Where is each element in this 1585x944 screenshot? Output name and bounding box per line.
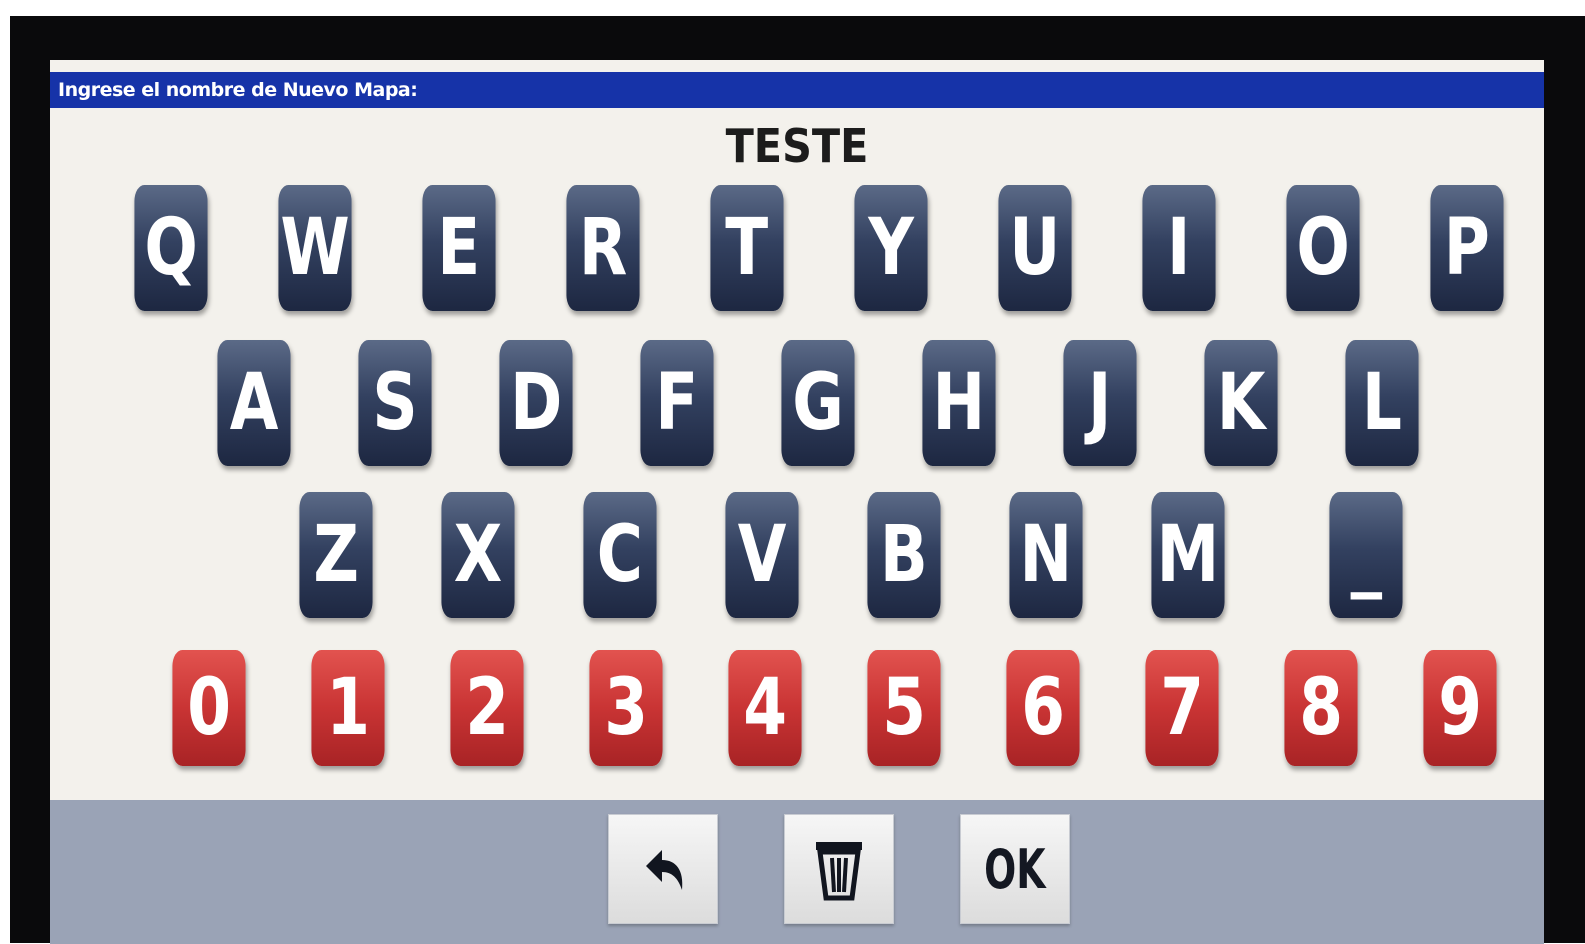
key-label: O [1296, 203, 1350, 293]
key-label: W [280, 203, 350, 293]
letter-key-o[interactable]: O [1286, 185, 1360, 311]
key-label: J [1088, 358, 1112, 448]
key-label: H [932, 358, 986, 448]
action-bar: OK [50, 800, 1544, 944]
dialog-screen: Ingrese el nombre de Nuevo Mapa: TESTE Q… [50, 60, 1544, 944]
letter-key-x[interactable]: X [441, 492, 515, 618]
letter-key-z[interactable]: Z [299, 492, 373, 618]
key-label: E [437, 203, 481, 293]
name-input-display[interactable]: TESTE [50, 118, 1544, 174]
letter-key-r[interactable]: R [566, 185, 640, 311]
key-label: 3 [604, 663, 648, 753]
key-label: Z [313, 510, 359, 600]
digit-key-4[interactable]: 4 [728, 650, 802, 766]
key-label: Q [144, 203, 198, 293]
key-label: L [1361, 358, 1403, 448]
key-label: A [229, 358, 279, 448]
key-label: K [1216, 358, 1266, 448]
key-label: X [453, 510, 503, 600]
key-label: Y [868, 203, 914, 293]
key-label: R [578, 203, 628, 293]
letter-key-c[interactable]: C [583, 492, 657, 618]
trash-icon [816, 842, 862, 901]
delete-button[interactable] [784, 814, 894, 924]
key-label: 7 [1160, 663, 1204, 753]
letter-key-g[interactable]: G [781, 340, 855, 466]
device-bezel: Ingrese el nombre de Nuevo Mapa: TESTE Q… [10, 16, 1585, 944]
undo-arrow-icon [646, 850, 683, 890]
letter-key-e[interactable]: E [422, 185, 496, 311]
key-label: U [1009, 203, 1061, 293]
key-label: P [1443, 203, 1491, 293]
letter-key-f[interactable]: F [640, 340, 714, 466]
key-label: B [880, 510, 928, 600]
letter-key-p[interactable]: P [1430, 185, 1504, 311]
digit-key-9[interactable]: 9 [1423, 650, 1497, 766]
key-label: N [1019, 510, 1073, 600]
letter-key-l[interactable]: L [1345, 340, 1419, 466]
keyboard-row-digits: 0 1 2 3 4 5 6 7 8 9 [50, 650, 1544, 780]
key-label: D [509, 358, 563, 448]
key-label: 4 [743, 663, 787, 753]
key-label: 0 [187, 663, 231, 753]
digit-key-6[interactable]: 6 [1006, 650, 1080, 766]
letter-key-j[interactable]: J [1063, 340, 1137, 466]
key-label: 6 [1021, 663, 1065, 753]
key-label: I [1167, 203, 1191, 293]
letter-key-h[interactable]: H [922, 340, 996, 466]
key-label: 5 [882, 663, 926, 753]
key-label: 1 [326, 663, 370, 753]
back-button[interactable] [608, 814, 718, 924]
letter-key-k[interactable]: K [1204, 340, 1278, 466]
dialog-title: Ingrese el nombre de Nuevo Mapa: [50, 72, 1544, 108]
keyboard-row-1: QWE R T Y U I O P [50, 185, 1544, 315]
letter-key-n[interactable]: N [1009, 492, 1083, 618]
key-label: 8 [1299, 663, 1343, 753]
ok-button-label: OK [984, 837, 1046, 901]
keyboard-row-2: A S D F GH J K L [50, 340, 1544, 470]
digit-key-2[interactable]: 2 [450, 650, 524, 766]
digit-key-3[interactable]: 3 [589, 650, 663, 766]
letter-key-i[interactable]: I [1142, 185, 1216, 311]
letter-key-d[interactable]: D [499, 340, 573, 466]
ok-button[interactable]: OK [960, 814, 1070, 924]
letter-key-w[interactable]: W [278, 185, 352, 311]
letter-key-s[interactable]: S [358, 340, 432, 466]
key-label: S [372, 358, 418, 448]
key-label: 9 [1438, 663, 1482, 753]
keyboard-row-3: Z X C V B N M _ [50, 492, 1544, 622]
key-label: F [655, 358, 699, 448]
digit-key-1[interactable]: 1 [311, 650, 385, 766]
key-label: C [596, 510, 644, 600]
letter-key-underscore[interactable]: _ [1329, 492, 1403, 618]
letter-key-v[interactable]: V [725, 492, 799, 618]
letter-key-t[interactable]: T [710, 185, 784, 311]
letter-key-y[interactable]: Y [854, 185, 928, 311]
letter-key-u[interactable]: U [998, 185, 1072, 311]
digit-key-5[interactable]: 5 [867, 650, 941, 766]
digit-key-7[interactable]: 7 [1145, 650, 1219, 766]
key-label: 2 [465, 663, 509, 753]
letter-key-a[interactable]: A [217, 340, 291, 466]
key-label: M [1156, 510, 1220, 600]
key-label: T [725, 203, 769, 293]
digit-key-0[interactable]: 0 [172, 650, 246, 766]
letter-key-b[interactable]: B [867, 492, 941, 618]
letter-key-q[interactable]: Q [134, 185, 208, 311]
key-label: _ [1350, 510, 1382, 600]
letter-key-m[interactable]: M [1151, 492, 1225, 618]
key-label: G [792, 358, 844, 448]
key-label: V [737, 510, 787, 600]
digit-key-8[interactable]: 8 [1284, 650, 1358, 766]
